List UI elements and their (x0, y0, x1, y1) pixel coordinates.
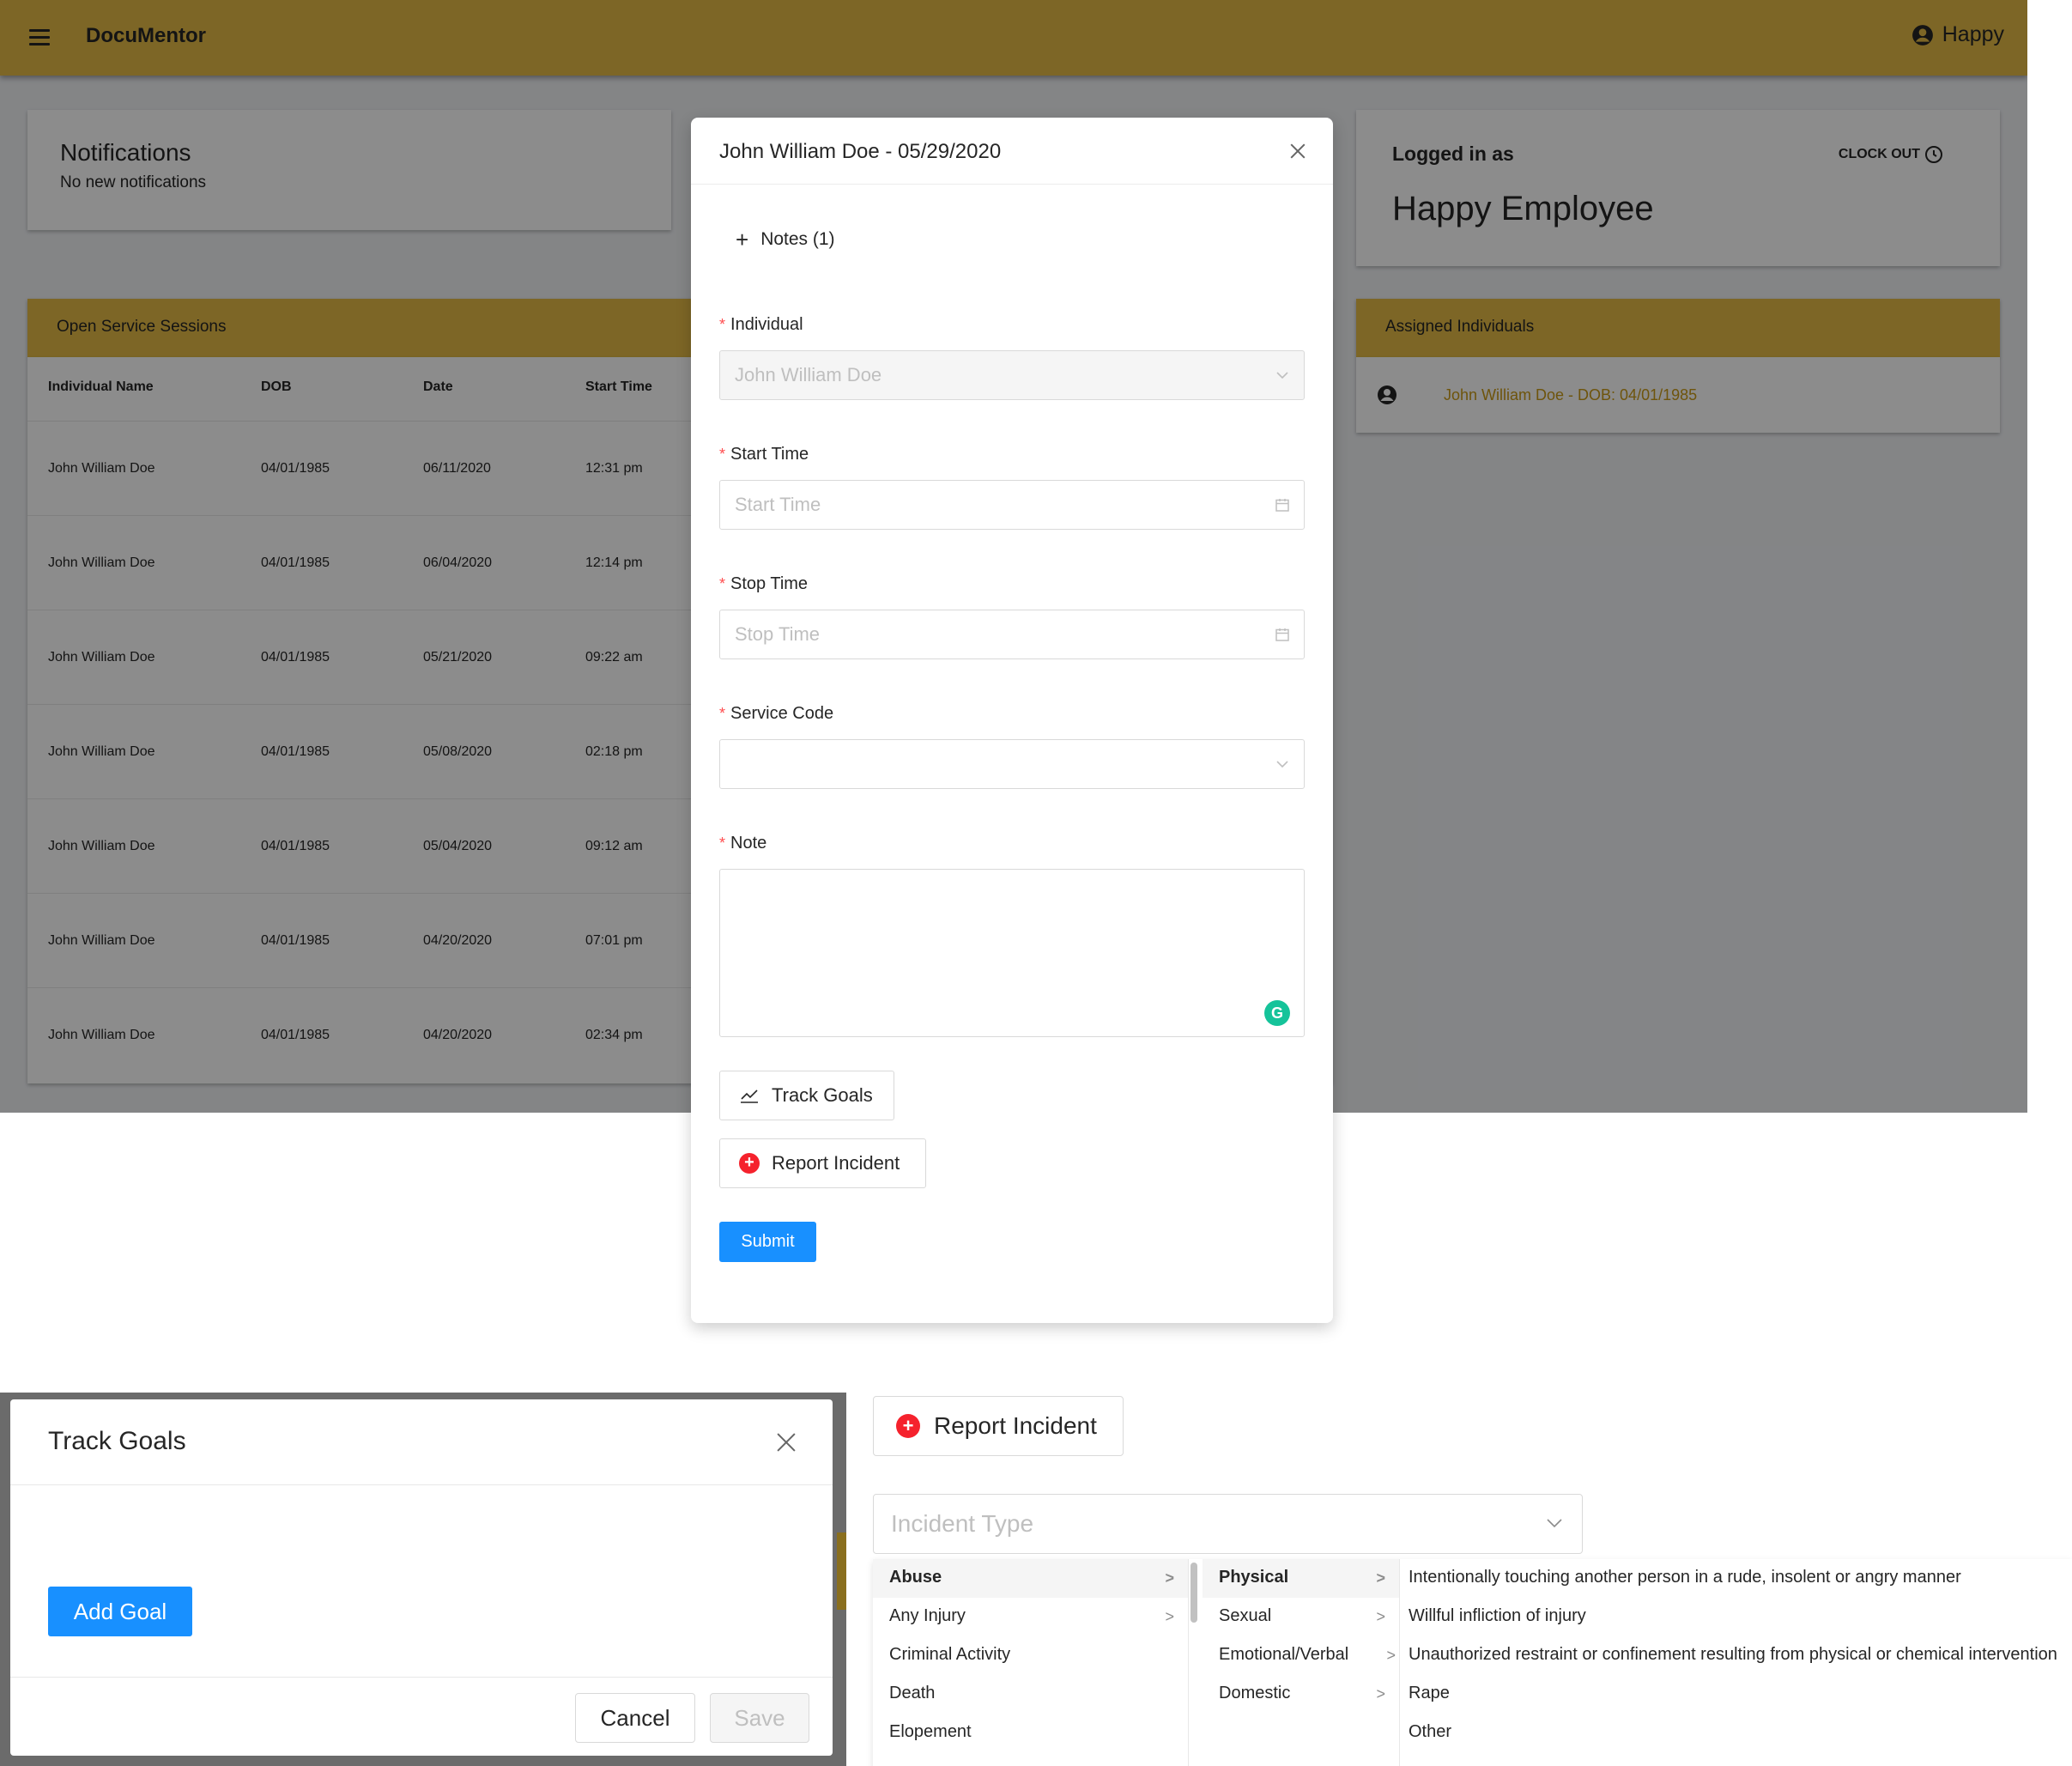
start-time-placeholder: Start Time (735, 494, 821, 515)
cascader-option-sexual[interactable]: Sexual > (1203, 1598, 1399, 1636)
submit-button[interactable]: Submit (719, 1222, 816, 1262)
individual-label-text: Individual (730, 315, 803, 334)
required-mark: * (719, 316, 726, 333)
required-mark: * (719, 446, 726, 463)
session-modal: John William Doe - 05/29/2020 + Notes (1… (691, 118, 1333, 1323)
calendar-icon (1275, 499, 1289, 512)
track-goals-button[interactable]: Track Goals (719, 1071, 894, 1120)
note-textarea[interactable]: G (719, 869, 1305, 1037)
chevron-right-icon: > (1376, 1569, 1385, 1587)
plus-circle-icon: + (896, 1414, 920, 1438)
service-code-label-text: Service Code (730, 704, 834, 723)
required-mark: * (719, 834, 726, 852)
service-code-select[interactable] (719, 739, 1305, 789)
cascader-option-any-injury[interactable]: Any Injury > (873, 1598, 1188, 1636)
backdrop-strip (837, 1532, 846, 1610)
cascader-scrollbar[interactable] (1190, 1563, 1197, 1623)
cascader-option-description[interactable]: Rape (1400, 1675, 2072, 1714)
cascader-option-criminal-activity[interactable]: Criminal Activity (873, 1636, 1188, 1675)
note-label-text: Note (730, 834, 767, 853)
service-code-label: * Service Code (719, 704, 833, 724)
stop-time-label-text: Stop Time (730, 574, 809, 593)
individual-select[interactable]: John William Doe (719, 350, 1305, 400)
chevron-right-icon: > (1165, 1608, 1174, 1625)
chevron-down-icon (1547, 1519, 1562, 1528)
chevron-right-icon: > (1386, 1647, 1396, 1664)
cascader-option-domestic[interactable]: Domestic > (1203, 1675, 1399, 1714)
incident-type-select[interactable]: Incident Type (873, 1494, 1583, 1554)
cascader-option-description[interactable]: Willful infliction of injury (1400, 1598, 2072, 1636)
required-mark: * (719, 575, 726, 592)
cascader-option-physical[interactable]: Physical > (1203, 1559, 1399, 1598)
stop-time-placeholder: Stop Time (735, 623, 821, 645)
start-time-label: * Start Time (719, 445, 809, 464)
cascader-option-description[interactable]: Unauthorized restraint or confinement re… (1400, 1636, 2072, 1675)
cancel-button[interactable]: Cancel (575, 1693, 695, 1743)
cascader-option-emotional-verbal[interactable]: Emotional/Verbal > (1203, 1636, 1399, 1675)
cascader-option-abuse[interactable]: Abuse > (873, 1559, 1188, 1598)
notes-toggle-label: Notes (1) (760, 229, 835, 249)
plus-circle-icon: + (739, 1153, 760, 1174)
close-icon[interactable] (774, 1430, 798, 1454)
chevron-right-icon: > (1376, 1685, 1385, 1702)
individual-label: * Individual (719, 315, 803, 335)
close-icon[interactable] (1288, 142, 1307, 161)
chevron-down-icon (1276, 372, 1288, 379)
cascader-option-description[interactable]: Other (1400, 1714, 2072, 1752)
start-time-picker[interactable]: Start Time (719, 480, 1305, 530)
calendar-icon (1275, 628, 1289, 641)
cascader-column-category: Abuse > Any Injury > Criminal Activity Dea… (873, 1559, 1197, 1766)
cascader-option-description[interactable]: Intentionally touching another person in… (1400, 1559, 2072, 1598)
track-goals-footer-divider (10, 1677, 833, 1678)
report-incident-button[interactable]: + Report Incident (719, 1138, 926, 1188)
stop-time-label: * Stop Time (719, 574, 808, 594)
cascader-column-subcategory: Physical > Sexual > Emotional/Verbal > Dome… (1203, 1559, 1400, 1766)
track-goals-title: Track Goals (48, 1427, 186, 1455)
report-incident-toggle-label: Report Incident (934, 1412, 1097, 1439)
individual-select-value: John William Doe (735, 364, 882, 385)
note-label: * Note (719, 834, 766, 853)
track-goals-modal: Track Goals Add Goal Cancel Save (10, 1399, 833, 1756)
modal-header: John William Doe - 05/29/2020 (691, 118, 1333, 185)
save-button: Save (710, 1693, 809, 1743)
stop-time-picker[interactable]: Stop Time (719, 610, 1305, 659)
notes-toggle[interactable]: + Notes (1) (736, 227, 835, 252)
add-goal-button[interactable]: Add Goal (48, 1587, 192, 1636)
track-goals-label: Track Goals (772, 1084, 873, 1106)
cascader-option-elopement[interactable]: Elopement (873, 1714, 1188, 1752)
report-incident-label: Report Incident (772, 1152, 900, 1174)
start-time-label-text: Start Time (730, 445, 809, 464)
plus-icon: + (736, 227, 749, 252)
report-incident-toggle[interactable]: + Report Incident (873, 1396, 1124, 1456)
cascader-option-death[interactable]: Death (873, 1675, 1188, 1714)
required-mark: * (719, 705, 726, 722)
chevron-right-icon: > (1165, 1569, 1174, 1587)
modal-title: John William Doe - 05/29/2020 (719, 140, 1002, 163)
chevron-down-icon (1276, 761, 1288, 768)
track-goals-header: Track Goals (10, 1399, 833, 1485)
cascader-column-description: Intentionally touching another person in… (1400, 1559, 2072, 1766)
grammarly-icon[interactable]: G (1264, 1000, 1290, 1026)
incident-type-cascader: Abuse > Any Injury > Criminal Activity Dea… (873, 1559, 2072, 1766)
incident-type-placeholder: Incident Type (891, 1510, 1034, 1537)
chevron-right-icon: > (1376, 1608, 1385, 1625)
line-chart-icon (741, 1089, 758, 1103)
